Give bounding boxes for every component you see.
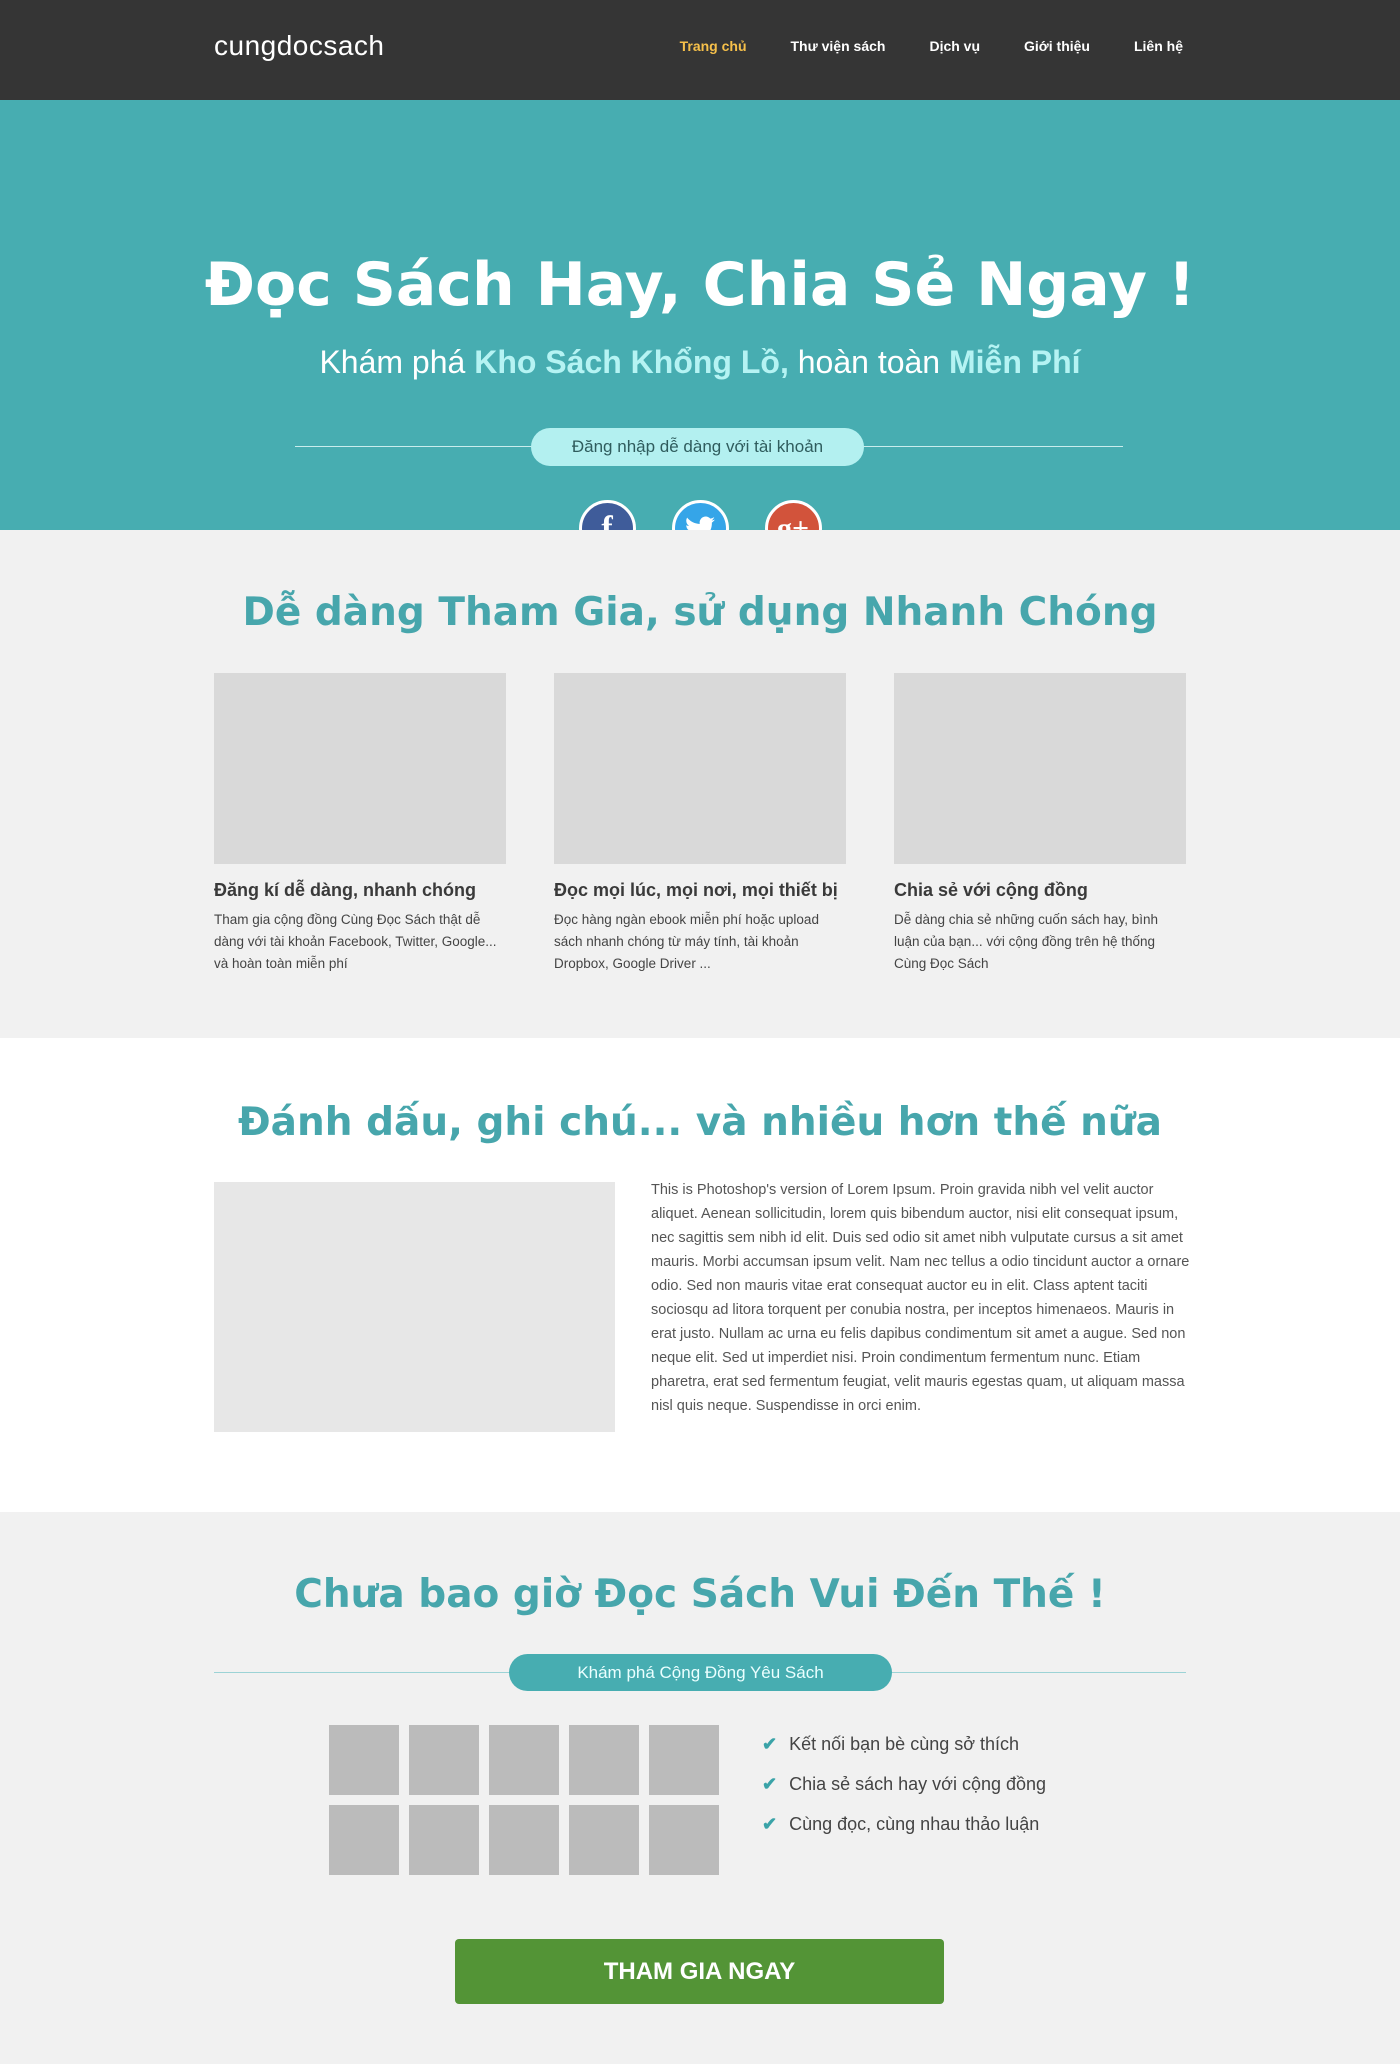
main-menu: Trang chủ Thư viện sách Dịch vụ Giới thi… (636, 38, 1183, 54)
hero-section: Đọc Sách Hay, Chia Sẻ Ngay ! Khám phá Kh… (0, 100, 1400, 557)
list-item: ✔ Kết nối bạn bè cùng sở thích (762, 1734, 1046, 1774)
avatar[interactable] (489, 1805, 559, 1875)
checkmark-icon: ✔ (762, 1734, 778, 1754)
feature-image-placeholder (554, 673, 846, 864)
features-section: Dễ dàng Tham Gia, sử dụng Nhanh Chóng Đă… (0, 530, 1400, 1038)
top-navbar: cungdocsach Trang chủ Thư viện sách Dịch… (0, 0, 1400, 100)
site-logo[interactable]: cungdocsach (214, 30, 385, 62)
avatar[interactable] (329, 1805, 399, 1875)
avatar[interactable] (489, 1725, 559, 1795)
login-label-pill: Đăng nhập dễ dàng với tài khoản (531, 428, 864, 466)
feature-text: Tham gia cộng đồng Cùng Đọc Sách thật dễ… (214, 912, 497, 971)
feature-text: Dễ dàng chia sẻ những cuốn sách hay, bìn… (894, 912, 1158, 971)
avatar[interactable] (409, 1805, 479, 1875)
notes-paragraph: This is Photoshop's version of Lorem Ips… (651, 1182, 1190, 1414)
avatar[interactable] (569, 1725, 639, 1795)
community-pill: Khám phá Cộng Đồng Yêu Sách (509, 1654, 892, 1691)
join-now-button[interactable]: THAM GIA NGAY (455, 1939, 944, 2004)
benefit-text: Kết nối bạn bè cùng sở thích (789, 1734, 1020, 1754)
nav-item-contact[interactable]: Liên hệ (1134, 38, 1183, 54)
features-row: Đăng kí dễ dàng, nhanh chóng Tham gia cộ… (214, 673, 1186, 975)
nav-item-services[interactable]: Dịch vụ (929, 38, 980, 54)
features-title: Dễ dàng Tham Gia, sử dụng Nhanh Chóng (242, 590, 1158, 635)
checkmark-icon: ✔ (762, 1774, 778, 1794)
hero-sub-mid: hoàn toàn (788, 344, 949, 380)
feature-image-placeholder (214, 673, 506, 864)
avatar[interactable] (569, 1805, 639, 1875)
notes-title: Đánh dấu, ghi chú... và nhiều hơn thế nữ… (238, 1100, 1162, 1145)
hero-sub-highlight-2: Miễn Phí (948, 344, 1081, 380)
community-section: Chưa bao giờ Đọc Sách Vui Đến Thế ! Khám… (0, 1512, 1400, 2064)
avatar[interactable] (649, 1725, 719, 1795)
feature-text: Đọc hàng ngàn ebook miễn phí hoặc upload… (554, 912, 819, 971)
benefit-text: Chia sẻ sách hay với cộng đồng (789, 1774, 1047, 1794)
checkmark-icon: ✔ (762, 1814, 778, 1834)
avatar[interactable] (649, 1805, 719, 1875)
notes-image-placeholder (214, 1182, 615, 1432)
nav-item-library[interactable]: Thư viện sách (791, 38, 886, 54)
hero-sub-prefix: Khám phá (319, 344, 475, 380)
feature-card: Chia sẻ với cộng đồng Dễ dàng chia sẻ nh… (894, 673, 1186, 975)
notes-section: Đánh dấu, ghi chú... và nhiều hơn thế nữ… (0, 1038, 1400, 1512)
list-item: ✔ Cùng đọc, cùng nhau thảo luận (762, 1814, 1046, 1854)
feature-card: Đọc mọi lúc, mọi nơi, mọi thiết bị Đọc h… (554, 673, 846, 975)
hero-title: Đọc Sách Hay, Chia Sẻ Ngay ! (204, 250, 1196, 320)
list-item: ✔ Chia sẻ sách hay với cộng đồng (762, 1774, 1046, 1814)
benefits-list: ✔ Kết nối bạn bè cùng sở thích ✔ Chia sẻ s… (762, 1734, 1046, 1854)
community-title: Chưa bao giờ Đọc Sách Vui Đến Thế ! (294, 1572, 1106, 1617)
hero-subtitle: Khám phá Kho Sách Khổng Lồ, hoàn toàn Mi… (0, 344, 1400, 381)
feature-card: Đăng kí dễ dàng, nhanh chóng Tham gia cộ… (214, 673, 506, 975)
benefit-text: Cùng đọc, cùng nhau thảo luận (789, 1814, 1040, 1834)
hero-sub-highlight-1: Kho Sách Khổng Lồ, (474, 344, 789, 380)
feature-heading: Đăng kí dễ dàng, nhanh chóng (214, 880, 477, 900)
avatar[interactable] (409, 1725, 479, 1795)
avatar[interactable] (329, 1725, 399, 1795)
feature-heading: Đọc mọi lúc, mọi nơi, mọi thiết bị (554, 880, 838, 900)
feature-image-placeholder (894, 673, 1186, 864)
feature-heading: Chia sẻ với cộng đồng (894, 880, 1088, 900)
nav-item-home[interactable]: Trang chủ (680, 38, 747, 54)
nav-item-about[interactable]: Giới thiệu (1024, 38, 1090, 54)
member-avatar-grid (329, 1725, 719, 1875)
